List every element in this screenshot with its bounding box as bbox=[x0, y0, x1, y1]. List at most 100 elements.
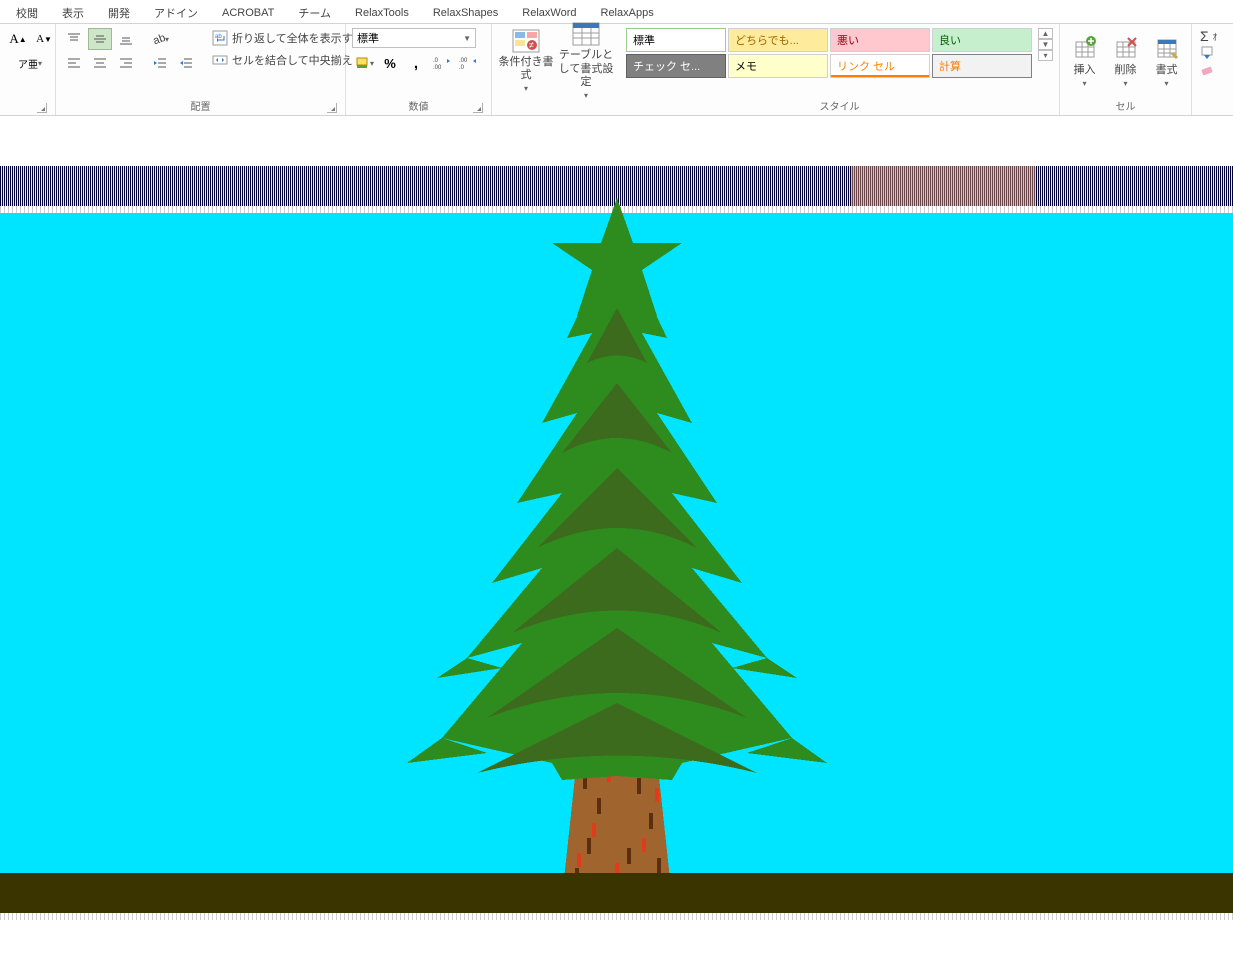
group-font: A▲ A▼ ア亜▾ bbox=[0, 24, 56, 115]
align-center-button[interactable] bbox=[88, 52, 112, 74]
group-alignment-title: 配置 bbox=[191, 102, 211, 113]
tab-addin[interactable]: アドイン bbox=[142, 1, 210, 25]
delete-cells-button[interactable]: 削除▾ bbox=[1107, 28, 1144, 94]
cell-style-3[interactable]: 良い bbox=[932, 28, 1032, 52]
insert-cells-label: 挿入 bbox=[1074, 64, 1096, 77]
group-number-title: 数値 bbox=[409, 102, 429, 113]
format-as-table-icon bbox=[570, 21, 602, 47]
svg-text:.0: .0 bbox=[433, 58, 439, 64]
comma-style-button[interactable]: , bbox=[404, 52, 428, 74]
group-styles-title: スタイル bbox=[820, 102, 860, 113]
group-number: 標準 ▼ ▾ % , .0.00 .00.0 数値 bbox=[346, 24, 492, 115]
blank-rows bbox=[0, 116, 1233, 166]
tab-acrobat[interactable]: ACROBAT bbox=[210, 3, 286, 23]
cell-style-1[interactable]: どちらでも... bbox=[728, 28, 828, 52]
cell-style-0[interactable]: 標準 bbox=[626, 28, 726, 52]
ground-strip bbox=[0, 873, 1233, 913]
svg-text:≠: ≠ bbox=[529, 40, 534, 50]
gallery-more[interactable]: ▾ bbox=[1038, 50, 1053, 61]
cell-style-2[interactable]: 悪い bbox=[830, 28, 930, 52]
comma-label: , bbox=[414, 55, 418, 72]
tab-relaxword[interactable]: RelaxWord bbox=[510, 3, 588, 23]
phonetic-guide-button[interactable]: ア亜▾ bbox=[6, 52, 54, 74]
increase-font-button[interactable]: A▲ bbox=[6, 28, 30, 50]
svg-text:.00: .00 bbox=[459, 58, 468, 64]
decrease-indent-button[interactable] bbox=[148, 52, 172, 74]
svg-text:.00: .00 bbox=[433, 65, 442, 70]
align-middle-button[interactable] bbox=[88, 28, 112, 50]
tab-view[interactable]: 表示 bbox=[50, 1, 96, 25]
insert-cells-icon bbox=[1069, 34, 1101, 62]
group-alignment: ab▾ ab 折り返して全体を表示する セルを結合 bbox=[56, 24, 346, 115]
merge-center-label: セルを結合して中央揃え bbox=[232, 52, 353, 68]
number-format-value: 標準 bbox=[357, 30, 379, 46]
conditional-formatting-label: 条件付き書式 bbox=[498, 56, 554, 82]
wrap-text-button[interactable]: ab 折り返して全体を表示する bbox=[208, 28, 368, 48]
phonetic-label: ア亜 bbox=[18, 56, 38, 71]
fill-button[interactable] bbox=[1198, 46, 1219, 60]
group-cond-table: ≠ 条件付き書式 ▾ テーブルとして書式設定 ▾ bbox=[492, 24, 620, 115]
tab-dev[interactable]: 開発 bbox=[96, 1, 142, 25]
pixel-art-canvas bbox=[0, 213, 1233, 913]
conditional-formatting-icon: ≠ bbox=[510, 28, 542, 54]
tab-review[interactable]: 校閲 bbox=[4, 1, 50, 25]
insert-cells-button[interactable]: 挿入▾ bbox=[1066, 28, 1103, 94]
svg-text:ab: ab bbox=[152, 32, 165, 46]
ribbon-tabs: 校閲 表示 開発 アドイン ACROBAT チーム RelaxTools Rel… bbox=[0, 0, 1233, 24]
tab-relaxapps[interactable]: RelaxApps bbox=[589, 3, 666, 23]
gallery-scroll-down[interactable]: ▼ bbox=[1038, 39, 1053, 50]
format-cells-icon bbox=[1151, 34, 1183, 62]
sum-icon: Σ bbox=[1200, 28, 1209, 44]
increase-decimal-button[interactable]: .0.00 bbox=[430, 52, 454, 74]
increase-indent-button[interactable] bbox=[174, 52, 198, 74]
eraser-icon bbox=[1200, 62, 1214, 76]
delete-cells-icon bbox=[1110, 34, 1142, 62]
ribbon: A▲ A▼ ア亜▾ bbox=[0, 24, 1233, 116]
conditional-formatting-button[interactable]: ≠ 条件付き書式 ▾ bbox=[498, 28, 554, 94]
orientation-button[interactable]: ab▾ bbox=[148, 28, 172, 50]
group-editing: Σｵ bbox=[1192, 24, 1232, 115]
decrease-font-label: A bbox=[36, 33, 44, 45]
decrease-font-button[interactable]: A▼ bbox=[32, 28, 56, 50]
tab-relaxshapes[interactable]: RelaxShapes bbox=[421, 3, 510, 23]
cell-style-gallery: 標準どちらでも...悪い良いチェック セ...メモリンク セル計算 bbox=[626, 28, 1032, 78]
alignment-dialog-launcher[interactable] bbox=[327, 103, 337, 113]
align-bottom-button[interactable] bbox=[114, 28, 138, 50]
group-styles: 標準どちらでも...悪い良いチェック セ...メモリンク セル計算 ▲ ▼ ▾ … bbox=[620, 24, 1060, 115]
percent-label: % bbox=[384, 56, 396, 71]
format-cells-button[interactable]: 書式▾ bbox=[1148, 28, 1185, 94]
font-dialog-launcher[interactable] bbox=[37, 103, 47, 113]
group-cells-title: セル bbox=[1116, 102, 1136, 113]
chevron-down-icon: ▼ bbox=[463, 34, 471, 43]
align-top-button[interactable] bbox=[62, 28, 86, 50]
delete-cells-label: 削除 bbox=[1115, 64, 1137, 77]
cell-style-4[interactable]: チェック セ... bbox=[626, 54, 726, 78]
format-cells-label: 書式 bbox=[1156, 64, 1178, 77]
wrap-text-icon: ab bbox=[212, 30, 228, 46]
tab-relaxtools[interactable]: RelaxTools bbox=[343, 3, 421, 23]
number-dialog-launcher[interactable] bbox=[473, 103, 483, 113]
increase-font-label: A bbox=[9, 31, 18, 47]
number-format-select[interactable]: 標準 ▼ bbox=[352, 28, 476, 48]
group-cells: 挿入▾ 削除▾ 書式▾ セル bbox=[1060, 24, 1192, 115]
format-as-table-label: テーブルとして書式設定 bbox=[558, 49, 614, 89]
fill-down-icon bbox=[1200, 46, 1214, 60]
align-right-button[interactable] bbox=[114, 52, 138, 74]
merge-center-icon bbox=[212, 52, 228, 68]
accounting-format-button[interactable]: ▾ bbox=[352, 52, 376, 74]
cell-style-7[interactable]: 計算 bbox=[932, 54, 1032, 78]
wrap-text-label: 折り返して全体を表示する bbox=[232, 30, 364, 46]
cell-style-6[interactable]: リンク セル bbox=[830, 54, 930, 78]
percent-style-button[interactable]: % bbox=[378, 52, 402, 74]
format-as-table-button[interactable]: テーブルとして書式設定 ▾ bbox=[558, 28, 614, 94]
align-left-button[interactable] bbox=[62, 52, 86, 74]
cell-style-5[interactable]: メモ bbox=[728, 54, 828, 78]
autosum-button[interactable]: Σｵ bbox=[1198, 28, 1219, 44]
decrease-decimal-button[interactable]: .00.0 bbox=[456, 52, 480, 74]
svg-text:.0: .0 bbox=[459, 65, 465, 70]
clear-button[interactable] bbox=[1198, 62, 1219, 76]
tab-team[interactable]: チーム bbox=[286, 1, 343, 25]
worksheet-area[interactable] bbox=[0, 116, 1233, 920]
merge-center-button[interactable]: セルを結合して中央揃え ▾ bbox=[208, 50, 368, 70]
gallery-scroll-up[interactable]: ▲ bbox=[1038, 28, 1053, 39]
